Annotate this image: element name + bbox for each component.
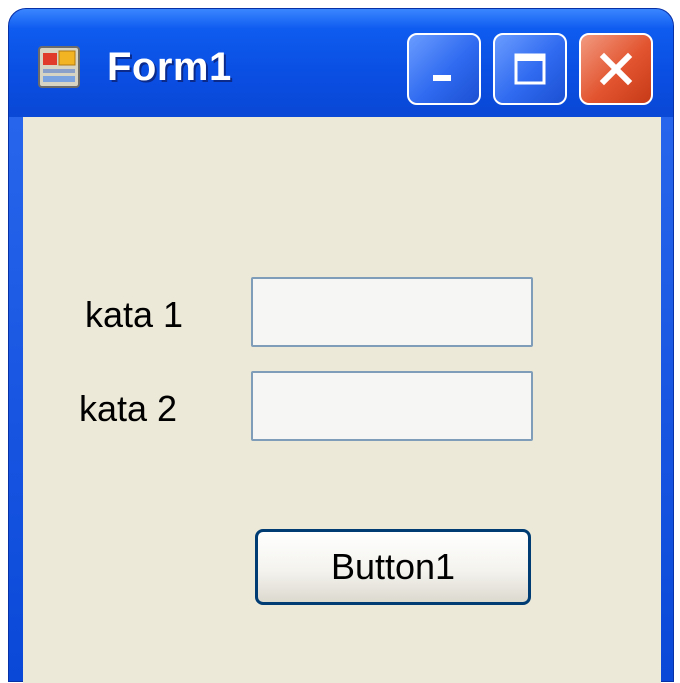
kata-1-input[interactable] [251,277,533,347]
minimize-button[interactable] [407,33,481,105]
close-button[interactable] [579,33,653,105]
form-window: Form1 kata 1 kata 2 Button1 [8,8,674,683]
window-title: Form1 [107,45,232,89]
close-icon [599,52,633,86]
maximize-button[interactable] [493,33,567,105]
title-bar[interactable]: Form1 [9,9,673,117]
maximize-icon [514,53,546,85]
label-kata-1: kata 1 [85,294,184,335]
form-app-icon [37,45,81,89]
label-kata-2: kata 2 [79,388,178,429]
kata-2-input[interactable] [251,371,533,441]
minimize-icon [433,75,451,81]
form-client-area: kata 1 kata 2 Button1 [23,117,661,683]
button1[interactable]: Button1 [255,529,531,605]
